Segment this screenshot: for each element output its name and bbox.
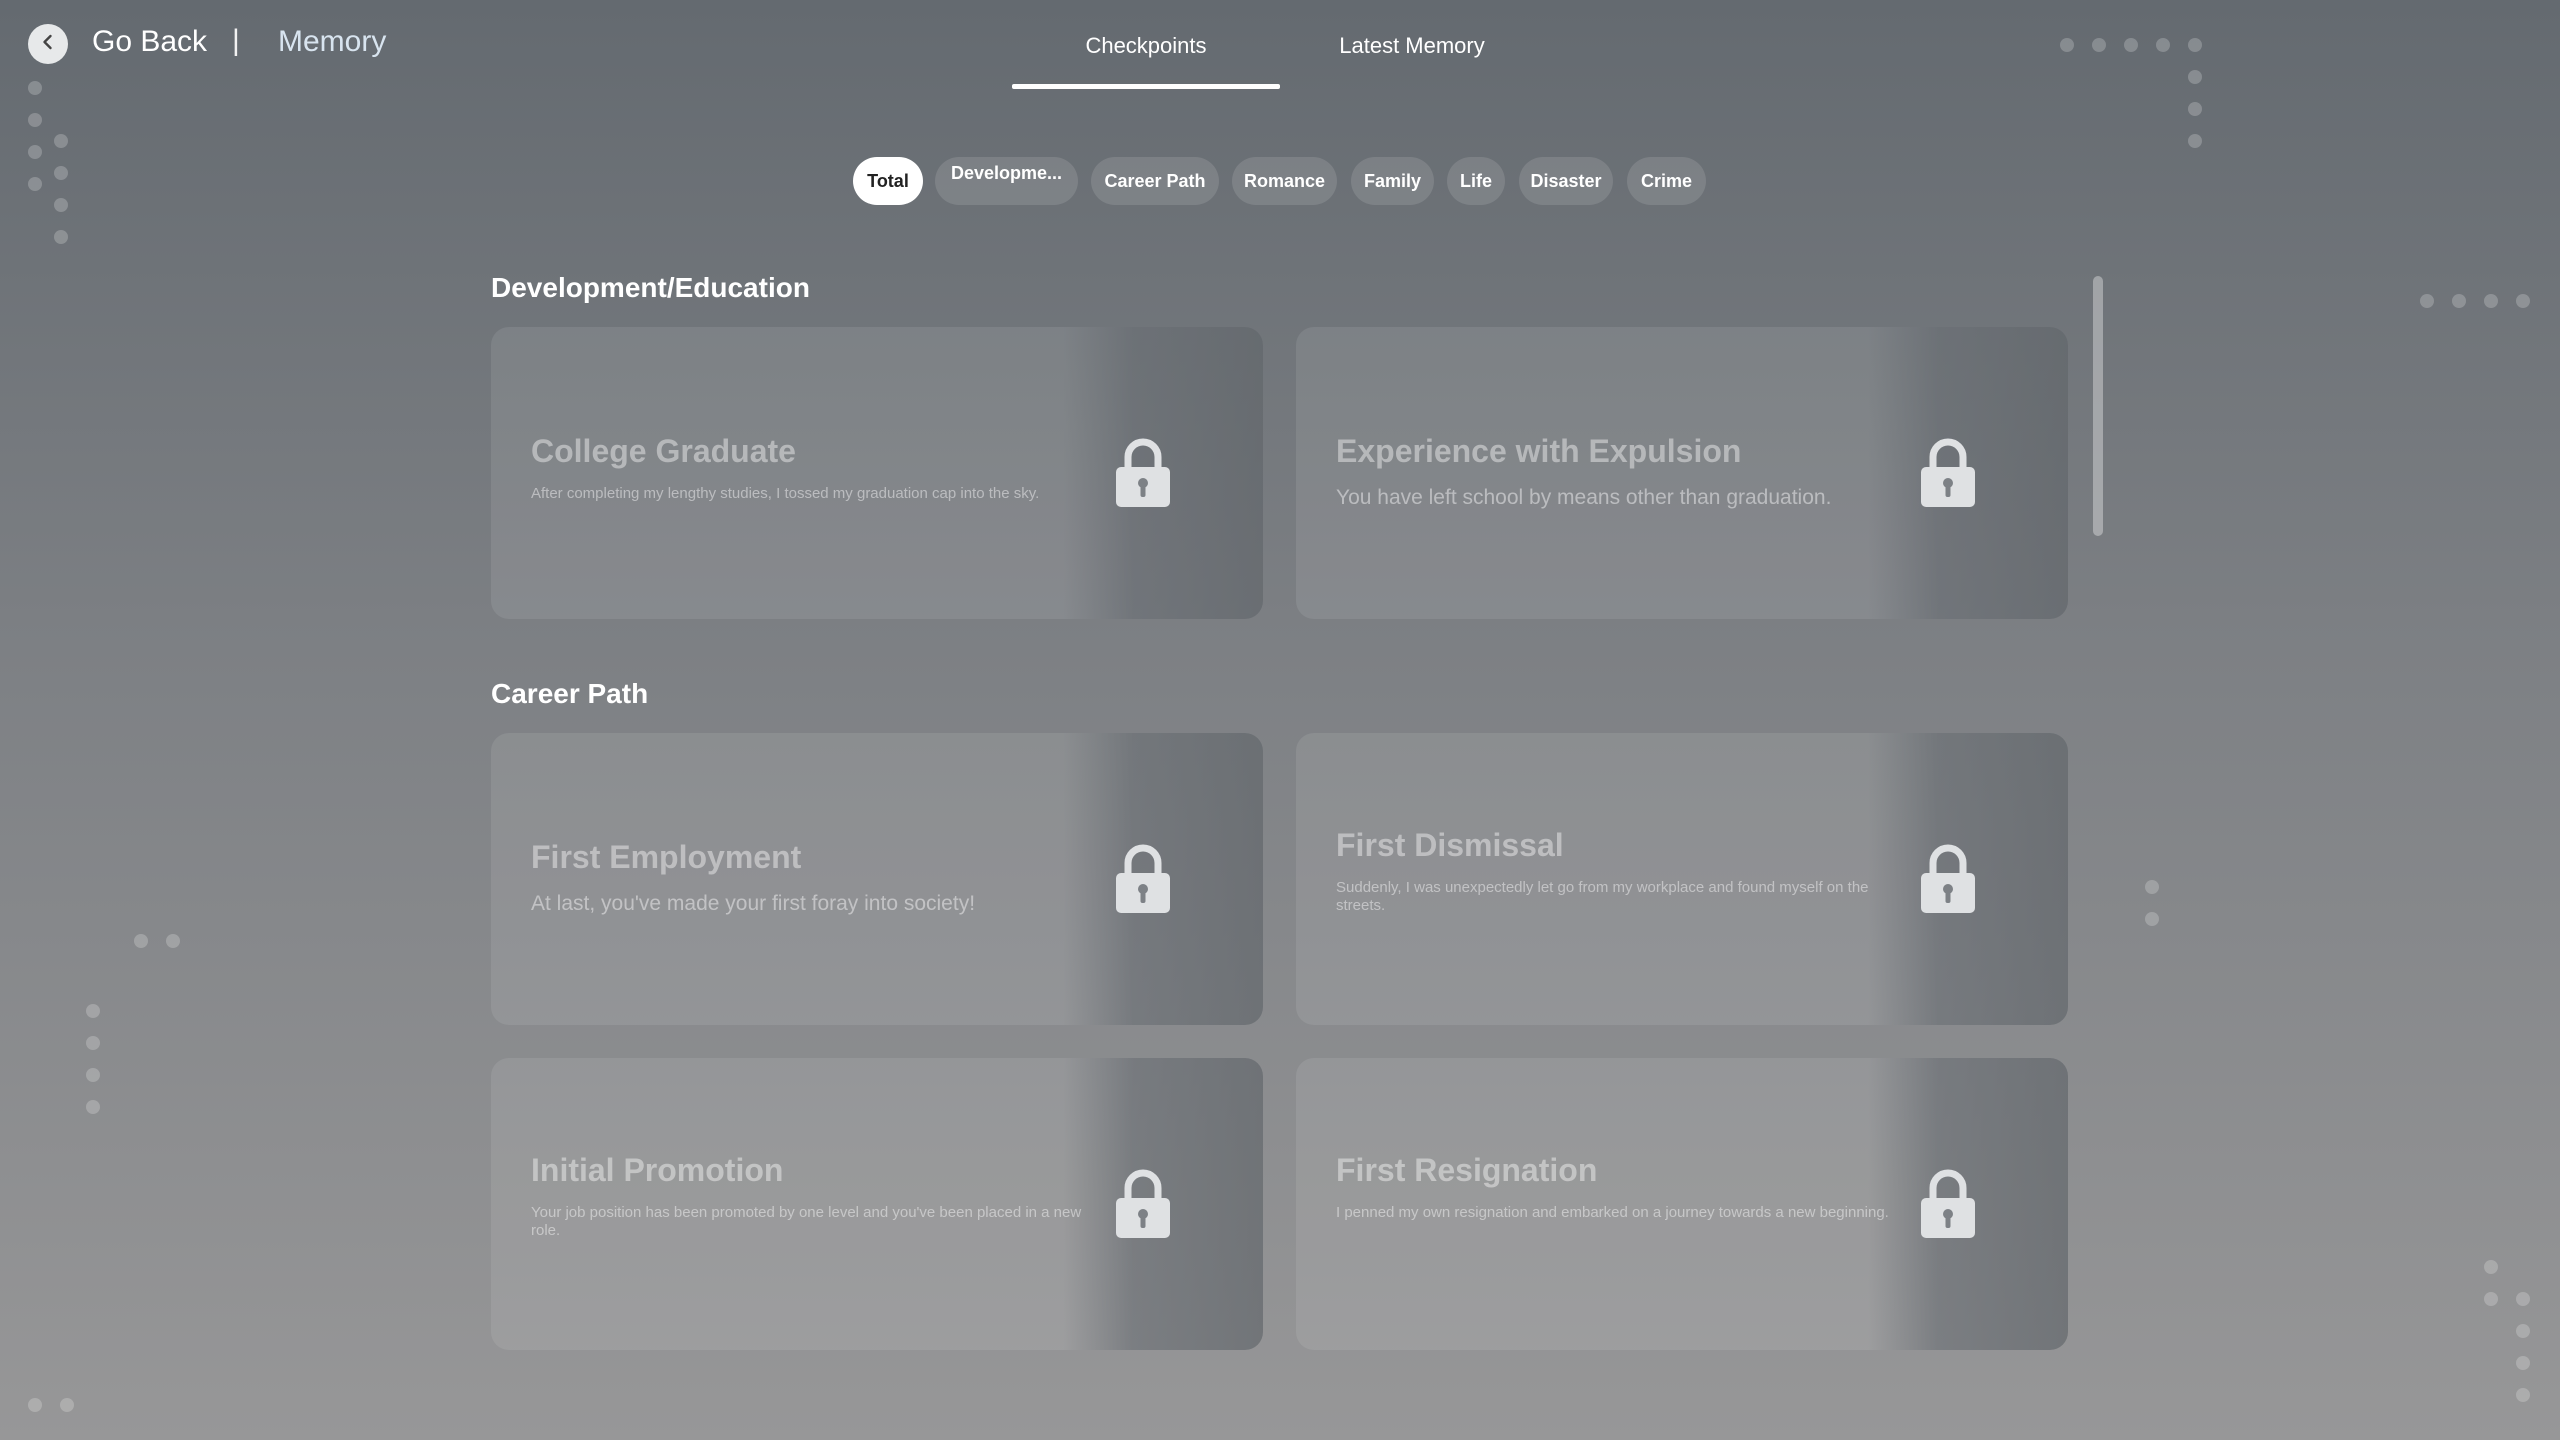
checkpoint-card-experience-expulsion[interactable]: Experience with Expulsion You have left … (1296, 327, 2068, 619)
breadcrumb-separator: | (232, 24, 240, 57)
card-description: After completing my lengthy studies, I t… (531, 485, 1040, 502)
card-description: At last, you've made your first foray in… (531, 892, 976, 915)
go-back-link[interactable]: Go Back (92, 25, 207, 59)
filter-chip-family[interactable]: Family (1351, 157, 1434, 205)
card-title: First Dismissal (1336, 827, 1564, 863)
filter-chip-career-path[interactable]: Career Path (1091, 157, 1219, 205)
lock-icon (1918, 1168, 1978, 1240)
checkpoint-card-first-dismissal[interactable]: First Dismissal Suddenly, I was unexpect… (1296, 733, 2068, 1025)
card-title: College Graduate (531, 433, 796, 469)
checkpoint-card-initial-promotion[interactable]: Initial Promotion Your job position has … (491, 1058, 1263, 1350)
tab-checkpoints[interactable]: Checkpoints (1012, 33, 1280, 59)
filter-chip-total[interactable]: Total (853, 157, 923, 205)
card-title: Experience with Expulsion (1336, 433, 1742, 469)
checkpoint-card-college-graduate[interactable]: College Graduate After completing my len… (491, 327, 1263, 619)
card-description: You have left school by means other than… (1336, 486, 1832, 509)
scrollbar-thumb[interactable] (2093, 276, 2103, 536)
active-tab-indicator (1012, 84, 1280, 89)
lock-icon (1113, 437, 1173, 509)
lock-icon (1113, 1168, 1173, 1240)
card-title: First Employment (531, 839, 802, 875)
card-title: First Resignation (1336, 1152, 1598, 1188)
checkpoint-card-first-resignation[interactable]: First Resignation I penned my own resign… (1296, 1058, 2068, 1350)
card-title: Initial Promotion (531, 1152, 784, 1188)
card-description: I penned my own resignation and embarked… (1336, 1204, 1889, 1221)
card-description: Your job position has been promoted by o… (531, 1204, 1082, 1239)
filter-chip-disaster[interactable]: Disaster (1519, 157, 1613, 205)
filter-chip-development[interactable]: Developme... (935, 157, 1078, 205)
chevron-left-icon (39, 33, 57, 56)
filter-chip-romance[interactable]: Romance (1232, 157, 1337, 205)
lock-icon (1113, 843, 1173, 915)
filter-chip-life[interactable]: Life (1447, 157, 1505, 205)
card-description: Suddenly, I was unexpectedly let go from… (1336, 879, 1869, 914)
section-title-career-path: Career Path (491, 678, 649, 709)
checkpoint-card-first-employment[interactable]: First Employment At last, you've made yo… (491, 733, 1263, 1025)
section-title-development: Development/Education (491, 272, 810, 303)
tab-latest-memory[interactable]: Latest Memory (1292, 33, 1532, 59)
filter-chip-crime[interactable]: Crime (1627, 157, 1706, 205)
breadcrumb-current: Memory (278, 25, 387, 58)
lock-icon (1918, 437, 1978, 509)
lock-icon (1918, 843, 1978, 915)
back-button[interactable] (28, 24, 68, 64)
